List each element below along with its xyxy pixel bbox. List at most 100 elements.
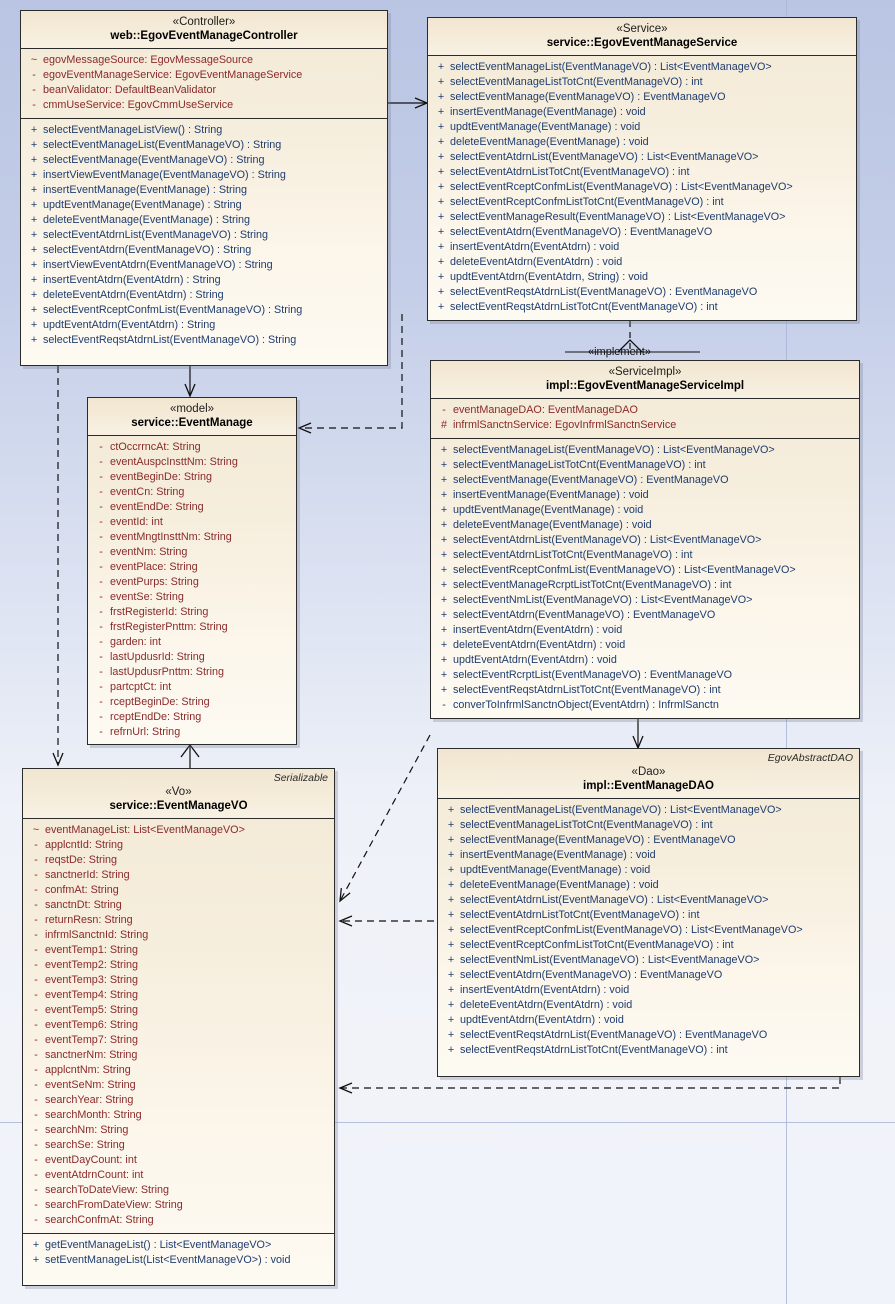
serviceimpl-operation-visibility: +: [440, 564, 448, 576]
class-node-model[interactable]: «model» service::EventManage - ctOccrrncA…: [87, 397, 297, 745]
dao-operation-visibility: +: [447, 954, 455, 966]
vo-operation-row: + setEventManageList(List<EventManageVO>)…: [23, 1253, 334, 1268]
controller-operation-row: + selectEventRceptConfmList(EventManageVO…: [21, 303, 387, 318]
vo-attribute-row: - eventTemp1: String: [23, 943, 334, 958]
serviceimpl-operation-visibility: -: [442, 699, 446, 711]
class-node-serviceimpl[interactable]: «ServiceImpl» impl::EgovEventManageServi…: [430, 360, 860, 719]
serviceimpl-operation-visibility: +: [440, 579, 448, 591]
vo-attribute-visibility: -: [34, 1034, 38, 1046]
serviceimpl-operation-visibility: +: [440, 444, 448, 456]
vo-attribute-visibility: -: [34, 1214, 38, 1226]
serviceimpl-attribute-row: - eventManageDAO: EventManageDAO: [431, 403, 859, 418]
serviceimpl-operation-row: + selectEventRcrptList(EventManageVO) : E…: [431, 668, 859, 683]
model-attribute-row: - eventSe: String: [88, 590, 296, 605]
serviceimpl-operation-row: + updtEventAtdrn(EventAtdrn) : void: [431, 653, 859, 668]
service-operation-text: deleteEventManage(EventManage) : void: [450, 136, 649, 148]
vo-operation-row: + getEventManageList() : List<EventManage…: [23, 1238, 334, 1253]
model-attribute-row: - ctOccrrncAt: String: [88, 440, 296, 455]
controller-operation-visibility: +: [30, 124, 38, 136]
serviceimpl-operation-text: converToInfrmlSanctnObject(EventAtdrn) :…: [453, 699, 719, 711]
controller-operation-visibility: +: [30, 169, 38, 181]
controller-operation-text: selectEventRceptConfmList(EventManageVO)…: [43, 304, 303, 316]
vo-attribute-text: searchSe: String: [45, 1139, 125, 1151]
vo-attribute-row: - eventTemp6: String: [23, 1018, 334, 1033]
service-operation-visibility: +: [437, 151, 445, 163]
class-node-controller[interactable]: «Controller» web::EgovEventManageControl…: [20, 10, 388, 366]
controller-operation-text: selectEventManage(EventManageVO) : Strin…: [43, 154, 265, 166]
serviceimpl-operation-text: selectEventAtdrnList(EventManageVO) : Li…: [453, 534, 762, 546]
model-attribute-row: - eventPlace: String: [88, 560, 296, 575]
vo-attribute-visibility: -: [34, 1109, 38, 1121]
serviceimpl-operation-visibility: +: [440, 549, 448, 561]
vo-attribute-visibility: -: [34, 854, 38, 866]
vo-operation-visibility: +: [32, 1239, 40, 1251]
class-node-vo[interactable]: Serializable «Vo» service::EventManageVO…: [22, 768, 335, 1286]
dao-stereotype: «Dao»: [631, 766, 666, 778]
serviceimpl-operation-row: + selectEventManageListTotCnt(EventManage…: [431, 458, 859, 473]
vo-attribute-visibility: -: [34, 899, 38, 911]
service-operation-row: + updtEventAtdrn(EventAtdrn, String) : vo…: [428, 270, 856, 285]
dao-operation-text: selectEventRceptConfmListTotCnt(EventMan…: [460, 939, 734, 951]
controller-operation-visibility: +: [30, 139, 38, 151]
model-attribute-visibility: -: [99, 696, 103, 708]
vo-attribute-text: eventTemp5: String: [45, 1004, 139, 1016]
controller-attribute-visibility: ~: [30, 54, 38, 66]
service-operation-visibility: +: [437, 286, 445, 298]
model-attribute-visibility: -: [99, 456, 103, 468]
vo-attribute-text: searchToDateView: String: [45, 1184, 170, 1196]
controller-operation-text: insertViewEventAtdrn(EventManageVO) : St…: [43, 259, 273, 271]
vo-attribute-visibility: -: [34, 929, 38, 941]
service-operation-text: selectEventRceptConfmList(EventManageVO)…: [450, 181, 793, 193]
model-attribute-visibility: -: [99, 546, 103, 558]
serviceimpl-operation-row: + selectEventRceptConfmList(EventManageVO…: [431, 563, 859, 578]
model-attribute-row: - eventAuspcInsttNm: String: [88, 455, 296, 470]
controller-attribute-visibility: -: [32, 69, 36, 81]
model-attribute-row: - eventNm: String: [88, 545, 296, 560]
serviceimpl-operation-text: selectEventRceptConfmList(EventManageVO)…: [453, 564, 796, 576]
controller-operation-visibility: +: [30, 334, 38, 346]
service-header: «Service» service::EgovEventManageServic…: [428, 18, 856, 56]
model-attribute-visibility: -: [99, 606, 103, 618]
vo-attribute-row: - applcntNm: String: [23, 1063, 334, 1078]
vo-attribute-row: - searchNm: String: [23, 1123, 334, 1138]
service-operation-row: + selectEventAtdrn(EventManageVO) : Event…: [428, 225, 856, 240]
serviceimpl-attribute-row: # infrmlSanctnService: EgovInfrmlSanctnSe…: [431, 418, 859, 433]
service-operation-text: selectEventReqstAtdrnListTotCnt(EventMan…: [450, 301, 718, 313]
model-attribute-visibility: -: [99, 471, 103, 483]
dao-operation-visibility: +: [447, 909, 455, 921]
serviceimpl-operation-row: + selectEventReqstAtdrnListTotCnt(EventMa…: [431, 683, 859, 698]
service-operation-text: selectEventManage(EventManageVO) : Event…: [450, 91, 726, 103]
serviceimpl-operation-row: + selectEventNmList(EventManageVO) : List…: [431, 593, 859, 608]
vo-attribute-visibility: -: [34, 1019, 38, 1031]
serviceimpl-operation-text: selectEventManageList(EventManageVO) : L…: [453, 444, 775, 456]
vo-attribute-text: returnResn: String: [45, 914, 133, 926]
serviceimpl-name: impl::EgovEventManageServiceImpl: [545, 380, 745, 392]
vo-attribute-visibility: -: [34, 869, 38, 881]
vo-operation-text: setEventManageList(List<EventManageVO>) …: [45, 1254, 291, 1266]
dao-operation-row: + insertEventAtdrn(EventAtdrn) : void: [438, 983, 859, 998]
serviceimpl-operation-row: + selectEventManage(EventManageVO) : Even…: [431, 473, 859, 488]
controller-header: «Controller» web::EgovEventManageControl…: [21, 11, 387, 49]
controller-operation-visibility: +: [30, 184, 38, 196]
class-node-dao[interactable]: EgovAbstractDAO «Dao» impl::EventManageD…: [437, 748, 860, 1077]
dao-operation-text: updtEventManage(EventManage) : void: [460, 864, 651, 876]
vo-attribute-visibility: -: [34, 1049, 38, 1061]
vo-attribute-visibility: -: [34, 959, 38, 971]
dao-operation-text: insertEventAtdrn(EventAtdrn) : void: [460, 984, 630, 996]
controller-operation-text: insertViewEventManage(EventManageVO) : S…: [43, 169, 286, 181]
vo-attribute-row: - applcntId: String: [23, 838, 334, 853]
vo-attribute-text: searchNm: String: [45, 1124, 129, 1136]
model-attribute-text: ctOccrrncAt: String: [110, 441, 201, 453]
serviceimpl-operation-text: insertEventManage(EventManage) : void: [453, 489, 649, 501]
vo-attribute-text: reqstDe: String: [45, 854, 118, 866]
vo-attribute-row: - eventTemp2: String: [23, 958, 334, 973]
controller-operation-visibility: +: [30, 289, 38, 301]
serviceimpl-operation-visibility: +: [440, 624, 448, 636]
dao-operation-text: selectEventAtdrnListTotCnt(EventManageVO…: [460, 909, 700, 921]
model-attribute-row: - rceptBeginDe: String: [88, 695, 296, 710]
class-node-service[interactable]: «Service» service::EgovEventManageServic…: [427, 17, 857, 321]
service-operation-text: selectEventRceptConfmListTotCnt(EventMan…: [450, 196, 724, 208]
vo-attribute-row: - eventTemp7: String: [23, 1033, 334, 1048]
dao-operation-row: + updtEventManage(EventManage) : void: [438, 863, 859, 878]
vo-name: service::EventManageVO: [109, 800, 248, 812]
